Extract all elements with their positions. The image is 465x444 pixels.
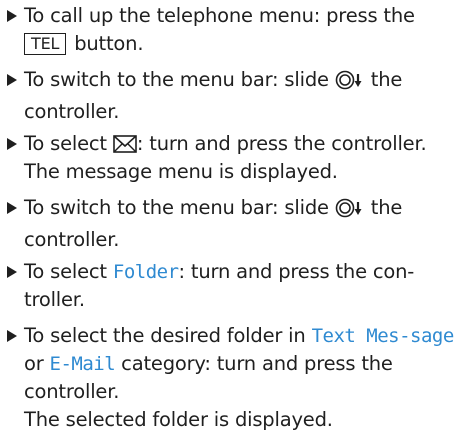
tel-button: TEL [24, 33, 67, 55]
triangle-bullet-icon [7, 10, 17, 22]
folder-label: Folder [112, 261, 179, 283]
result-text: The selected folder is displayed. [24, 408, 333, 431]
step-text: To select [24, 132, 113, 155]
controller-slide-down-icon [335, 198, 365, 226]
step-text-mid: or [24, 352, 50, 375]
step-text: To call up the telephone menu: press the [24, 4, 415, 27]
controller-slide-down-icon [335, 70, 365, 98]
step-text: To select [24, 260, 113, 283]
instruction-list: To call up the telephone menu: press the… [0, 0, 465, 444]
triangle-bullet-icon [7, 202, 17, 214]
triangle-bullet-icon [7, 330, 17, 342]
triangle-bullet-icon [7, 74, 17, 86]
step-text-tail: : turn and press the controller. [136, 132, 427, 155]
email-label: E-Mail [49, 353, 116, 375]
step-text: To switch to the menu bar: slide [24, 196, 335, 219]
triangle-bullet-icon [7, 138, 17, 150]
triangle-bullet-icon [7, 266, 17, 278]
step-text-tail: button. [68, 32, 144, 55]
step-text: To switch to the menu bar: slide [24, 68, 335, 91]
text-message-label: Text Mes-sage [311, 325, 455, 347]
step-text: To select the desired folder in [24, 324, 312, 347]
result-text: The message menu is displayed. [24, 160, 338, 183]
